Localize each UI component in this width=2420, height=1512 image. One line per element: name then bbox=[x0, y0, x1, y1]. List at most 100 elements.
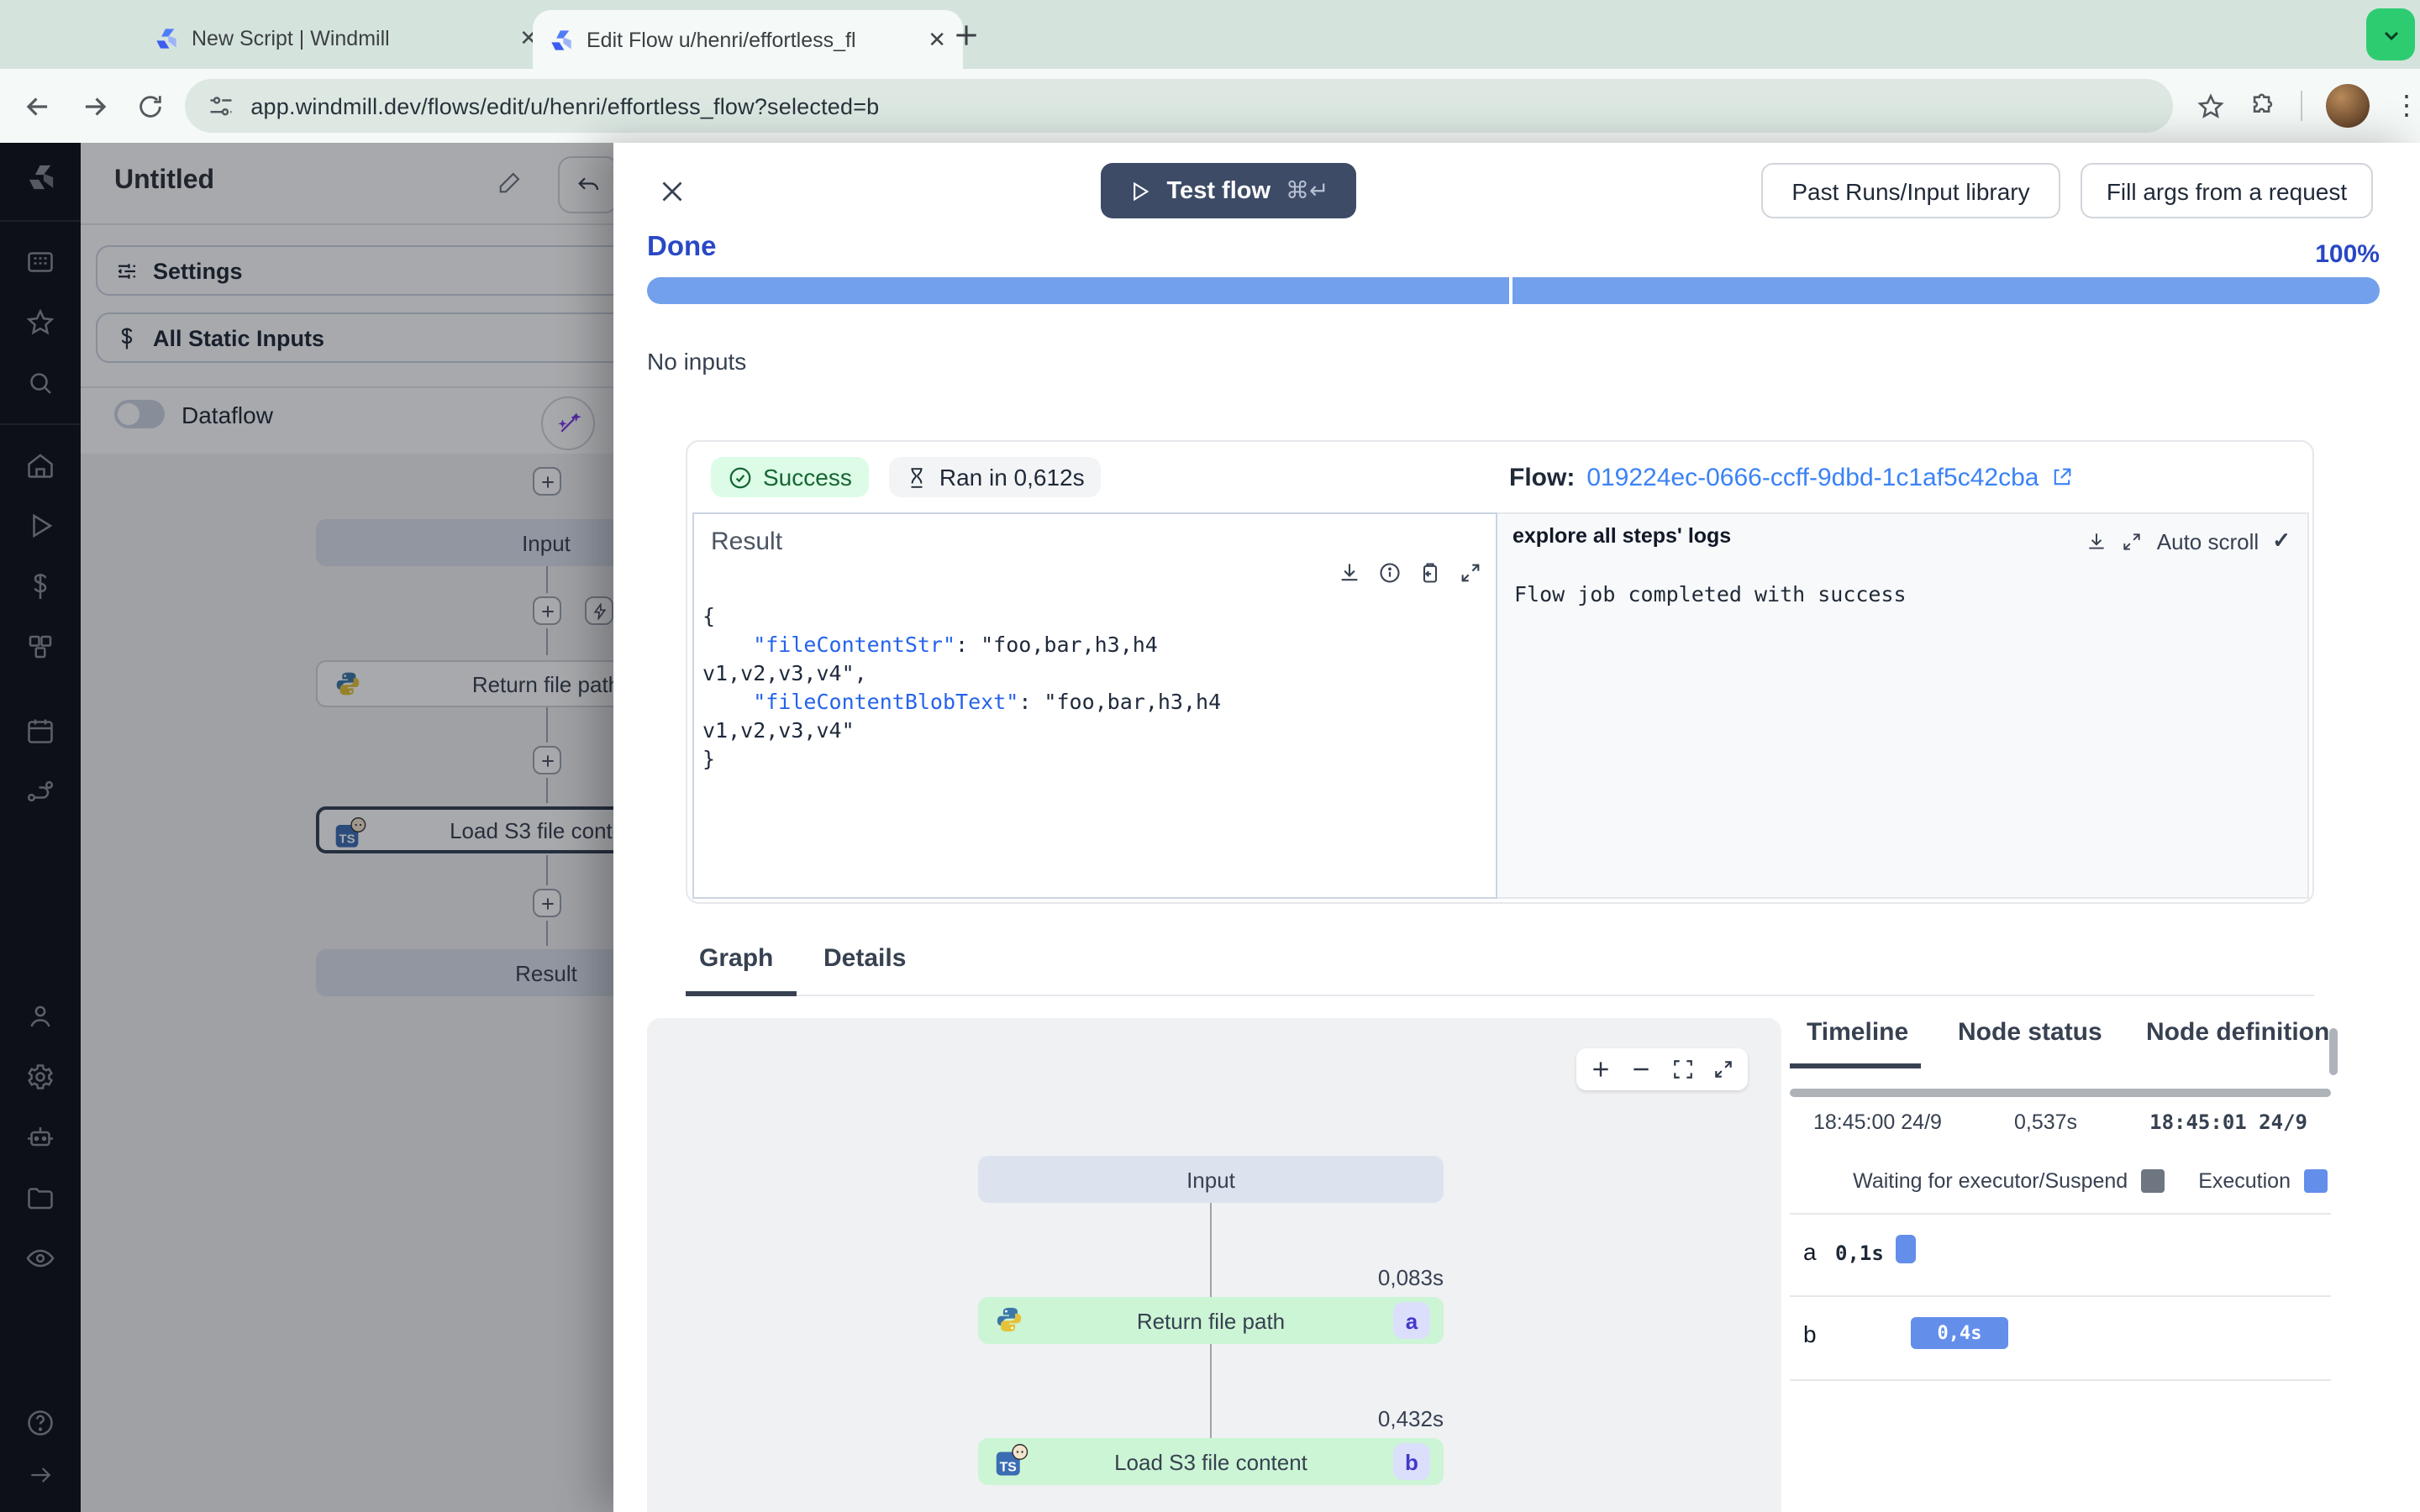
total-duration: 0,537s bbox=[2014, 1110, 2078, 1134]
download-icon[interactable] bbox=[2086, 530, 2108, 552]
graph-node-input[interactable]: Input bbox=[978, 1156, 1444, 1203]
screen: New Script | Windmill ✕ Edit Flow u/henr… bbox=[0, 0, 2420, 1512]
timeline-row-b: b 0,4s bbox=[1790, 1297, 2331, 1378]
windmill-favicon bbox=[155, 27, 178, 50]
flow-id-line: Flow: 019224ec-0666-ccff-9dbd-1c1af5c42c… bbox=[1509, 463, 2075, 491]
hourglass-icon bbox=[911, 467, 923, 487]
node-label: Return file path bbox=[1136, 1308, 1286, 1333]
graph-node-load-s3-file-content[interactable]: TS Load S3 file content b bbox=[978, 1438, 1444, 1485]
fill-args-button[interactable]: Fill args from a request bbox=[2081, 163, 2373, 218]
timeline-panel: Timeline Node status Node definition 18:… bbox=[1790, 1018, 2338, 1512]
past-runs-button[interactable]: Past Runs/Input library bbox=[1761, 163, 2060, 218]
row-step-id: b bbox=[1803, 1320, 1817, 1347]
tab-details[interactable]: Details bbox=[823, 944, 906, 973]
graph-node-return-file-path[interactable]: Return file path a bbox=[978, 1297, 1444, 1344]
progress-segment-divider bbox=[1509, 277, 1513, 304]
timeline-legend: Waiting for executor/Suspend Execution bbox=[1790, 1169, 2331, 1193]
active-tab-underline bbox=[1790, 1063, 1921, 1068]
tab-timeline[interactable]: Timeline bbox=[1807, 1018, 1908, 1047]
back-button[interactable] bbox=[10, 77, 66, 134]
expand-icon[interactable] bbox=[1459, 561, 1482, 585]
browser-menu-icon[interactable]: ⋮ bbox=[2393, 89, 2420, 123]
vertical-scrollbar[interactable] bbox=[2329, 1028, 2338, 1075]
close-icon[interactable] bbox=[657, 176, 691, 210]
browser-tab-strip: New Script | Windmill ✕ Edit Flow u/henr… bbox=[0, 0, 2420, 69]
expand-icon[interactable] bbox=[2122, 530, 2144, 552]
legend-waiting-label: Waiting for executor/Suspend bbox=[1853, 1169, 2128, 1193]
logs-toolbar: Auto scroll ✓ bbox=[2086, 528, 2291, 554]
tab-close-icon[interactable]: ✕ bbox=[928, 26, 946, 53]
result-pane: Result { "fileContentStr": "foo,bar,h3,h… bbox=[692, 512, 1497, 899]
end-timestamp: 18:45:01 24/9 bbox=[2149, 1110, 2307, 1134]
tab-node-definition[interactable]: Node definition bbox=[2146, 1018, 2329, 1047]
browser-toolbar: app.windmill.dev/flows/edit/u/henri/effo… bbox=[0, 69, 2420, 143]
status-badge: Success bbox=[711, 457, 869, 497]
url-text: app.windmill.dev/flows/edit/u/henri/effo… bbox=[250, 93, 880, 118]
copy-clipboard-icon[interactable] bbox=[1418, 561, 1442, 585]
result-json: { "fileContentStr": "foo,bar,h3,h4 v1,v2… bbox=[702, 603, 1222, 771]
modal-backdrop[interactable] bbox=[0, 143, 613, 1512]
legend-execution-swatch bbox=[2304, 1169, 2328, 1193]
external-link-icon[interactable] bbox=[2051, 465, 2075, 489]
extensions-icon[interactable] bbox=[2249, 92, 2277, 120]
result-toolbar bbox=[1338, 561, 1482, 585]
test-flow-drawer: Test flow ⌘↵ Past Runs/Input library Fil… bbox=[613, 143, 2420, 1512]
toolbar-separator bbox=[2301, 91, 2302, 121]
svg-text:TS: TS bbox=[1000, 1460, 1017, 1474]
tab-title: Edit Flow u/henri/effortless_fl bbox=[587, 28, 856, 51]
fit-view-icon[interactable] bbox=[1671, 1058, 1693, 1080]
flow-run-graph: Input 0,083s Return file path a 0,432s T… bbox=[647, 1018, 1781, 1512]
zoom-in-icon[interactable] bbox=[1590, 1058, 1612, 1080]
row-duration: 0,1s bbox=[1835, 1242, 1884, 1265]
zoom-out-icon[interactable] bbox=[1631, 1058, 1653, 1080]
step-duration: 0,083s bbox=[1377, 1265, 1444, 1290]
tab-graph[interactable]: Graph bbox=[699, 944, 773, 973]
browser-tab-new-script[interactable]: New Script | Windmill ✕ bbox=[141, 13, 551, 64]
run-result-header: Success Ran in 0,612s Flow: 019224ec-066… bbox=[687, 442, 2312, 512]
result-title: Result bbox=[711, 528, 783, 556]
url-bar[interactable]: app.windmill.dev/flows/edit/u/henri/effo… bbox=[185, 79, 2173, 133]
flow-id-link[interactable]: 019224ec-0666-ccff-9dbd-1c1af5c42cba bbox=[1586, 463, 2039, 491]
logs-pane: explore all steps' logs Auto scroll ✓ Fl… bbox=[1497, 512, 2309, 899]
status-badge-label: Success bbox=[763, 464, 852, 491]
auto-scroll-label[interactable]: Auto scroll bbox=[2157, 528, 2259, 554]
execution-bar: 0,4s bbox=[1911, 1317, 2008, 1349]
screen-share-indicator[interactable] bbox=[2366, 8, 2415, 60]
start-timestamp: 18:45:00 24/9 bbox=[1813, 1110, 1942, 1134]
row-step-id: a bbox=[1803, 1238, 1817, 1265]
auto-scroll-check-icon[interactable]: ✓ bbox=[2272, 528, 2291, 554]
fullscreen-icon[interactable] bbox=[1712, 1058, 1734, 1080]
execution-bar bbox=[1896, 1235, 1916, 1263]
fill-args-label: Fill args from a request bbox=[2106, 177, 2348, 204]
active-tab-underline bbox=[686, 991, 797, 996]
windmill-favicon bbox=[550, 28, 573, 51]
info-icon[interactable] bbox=[1378, 561, 1402, 585]
bun-typescript-icon: TS bbox=[995, 1443, 1030, 1478]
test-flow-button[interactable]: Test flow ⌘↵ bbox=[1101, 163, 1356, 218]
browser-tab-edit-flow[interactable]: Edit Flow u/henri/effortless_fl ✕ bbox=[533, 10, 963, 69]
step-id-badge: a bbox=[1393, 1302, 1430, 1339]
toolbar-right: ⋮ bbox=[2196, 84, 2420, 128]
horizontal-scrollbar[interactable] bbox=[1790, 1089, 2331, 1097]
progress-bar bbox=[647, 277, 2380, 304]
new-tab-button[interactable] bbox=[950, 18, 983, 52]
graph-zoom-toolbar bbox=[1576, 1048, 1748, 1090]
run-percent: 100% bbox=[2315, 240, 2380, 269]
bookmark-star-icon[interactable] bbox=[2196, 92, 2225, 120]
reload-button[interactable] bbox=[123, 77, 179, 134]
sheet-tab-bar: Graph Details bbox=[686, 944, 2314, 996]
duration-badge: Ran in 0,612s bbox=[888, 457, 1102, 497]
download-icon[interactable] bbox=[1338, 561, 1361, 585]
test-flow-label: Test flow bbox=[1166, 177, 1271, 204]
forward-button[interactable] bbox=[66, 77, 123, 134]
run-status: Done bbox=[647, 232, 717, 262]
tab-title: New Script | Windmill bbox=[192, 27, 390, 50]
check-circle-icon bbox=[729, 466, 751, 488]
python-icon bbox=[995, 1305, 1023, 1334]
windmill-app: Untitled Settings All Static Inputs Data… bbox=[0, 143, 2420, 1512]
profile-avatar[interactable] bbox=[2326, 84, 2370, 128]
timeline-row-a: a 0,1s bbox=[1790, 1215, 2331, 1295]
site-settings-icon[interactable] bbox=[208, 93, 234, 118]
tab-node-status[interactable]: Node status bbox=[1958, 1018, 2102, 1047]
shortcut-hint: ⌘↵ bbox=[1286, 176, 1329, 203]
